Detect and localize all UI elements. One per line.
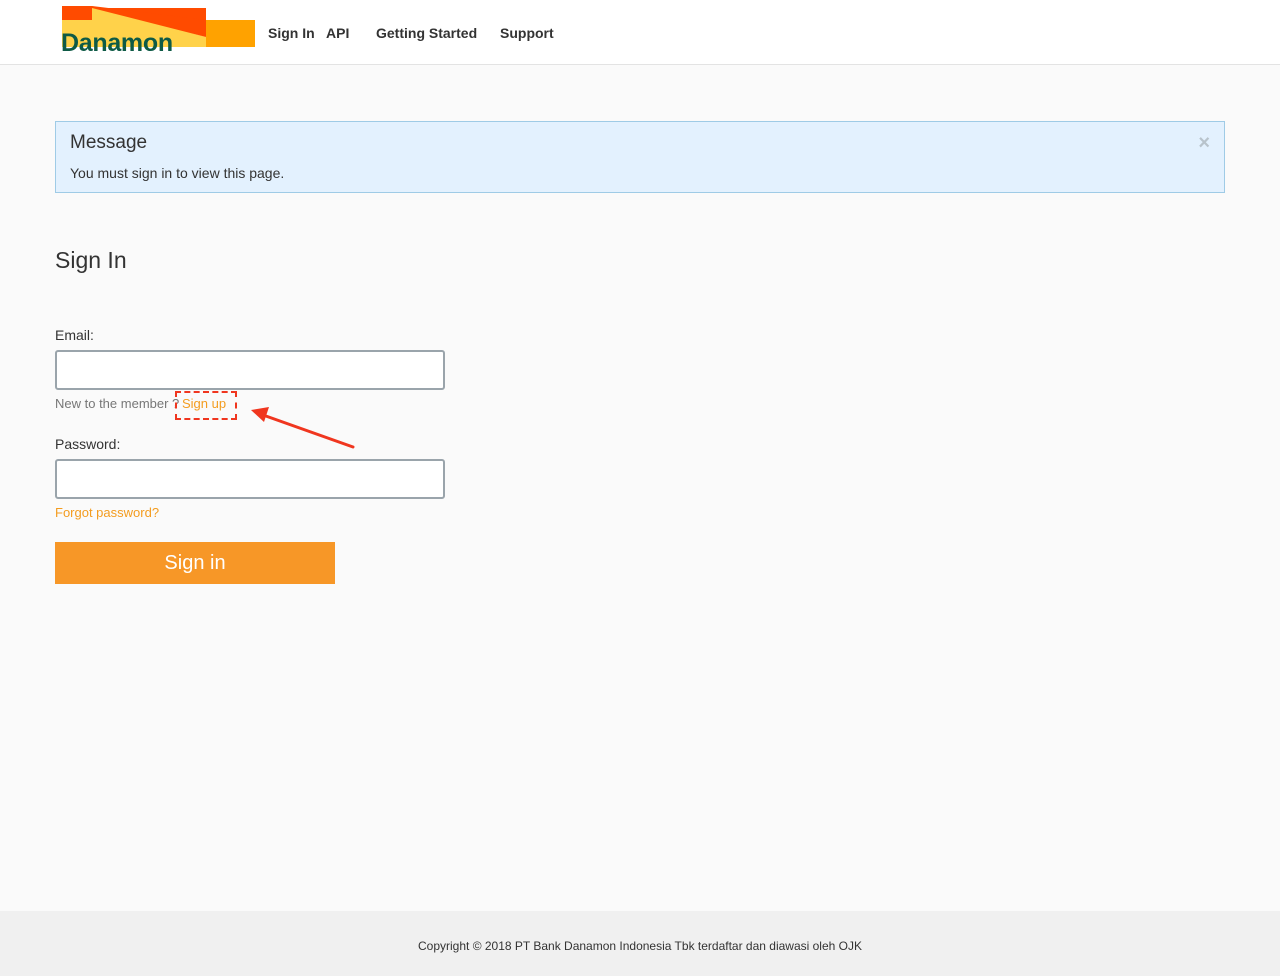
top-navbar: Danamon Sign In API Getting Started Supp… bbox=[0, 0, 1280, 65]
footer: Copyright © 2018 PT Bank Danamon Indones… bbox=[0, 911, 1280, 976]
sign-up-link[interactable]: Sign up bbox=[182, 396, 226, 412]
message-alert: Message You must sign in to view this pa… bbox=[55, 121, 1225, 193]
logo-wordmark: Danamon bbox=[61, 29, 173, 57]
nav-sign-in[interactable]: Sign In bbox=[268, 23, 315, 43]
nav-getting-started[interactable]: Getting Started bbox=[376, 23, 477, 43]
new-member-text: New to the member ? bbox=[55, 396, 180, 411]
sign-in-button[interactable]: Sign in bbox=[55, 542, 335, 584]
page-title: Sign In bbox=[55, 247, 127, 273]
password-field[interactable] bbox=[55, 459, 445, 499]
nav-api[interactable]: API bbox=[326, 23, 349, 43]
alert-body: You must sign in to view this page. bbox=[70, 165, 285, 181]
forgot-password-link[interactable]: Forgot password? bbox=[55, 505, 159, 521]
email-field[interactable] bbox=[55, 350, 445, 390]
copyright-text: Copyright © 2018 PT Bank Danamon Indones… bbox=[418, 939, 862, 953]
nav-support[interactable]: Support bbox=[500, 23, 554, 43]
annotation-arrow-icon bbox=[251, 407, 355, 449]
danamon-logo[interactable]: Danamon bbox=[60, 6, 256, 56]
close-icon[interactable]: × bbox=[1198, 133, 1210, 153]
alert-title: Message bbox=[70, 132, 148, 153]
password-label: Password: bbox=[55, 436, 121, 452]
email-label: Email: bbox=[55, 327, 94, 343]
